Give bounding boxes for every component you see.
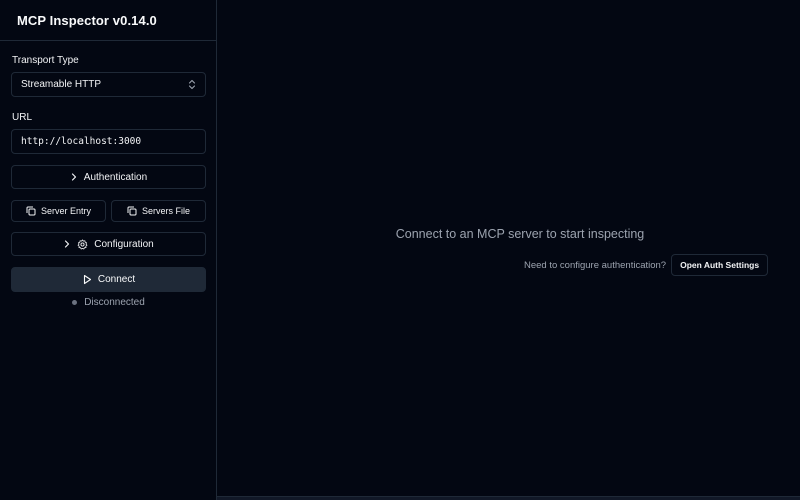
servers-file-label: Servers File <box>141 206 190 216</box>
app-title: MCP Inspector v0.14.0 <box>17 12 157 28</box>
chevron-right-icon <box>63 239 71 249</box>
authentication-label: Authentication <box>83 171 148 183</box>
configuration-label: Configuration <box>94 238 154 250</box>
open-auth-settings-button[interactable]: Open Auth Settings <box>671 254 769 276</box>
transport-type-value: Streamable HTTP <box>21 79 102 90</box>
servers-file-button[interactable]: Servers File <box>111 200 206 222</box>
empty-state-message: Connect to an MCP server to start inspec… <box>395 227 645 241</box>
gear-icon <box>77 239 88 250</box>
resize-handle[interactable] <box>217 496 800 500</box>
copy-icon <box>26 206 36 216</box>
copy-icon <box>127 206 137 216</box>
sidebar: MCP Inspector v0.14.0 Transport Type Str… <box>0 0 217 500</box>
main-panel: Connect to an MCP server to start inspec… <box>217 0 800 500</box>
chevron-right-icon <box>70 172 78 182</box>
transport-type-select[interactable]: Streamable HTTP <box>11 72 206 97</box>
authentication-toggle-button[interactable]: Authentication <box>11 165 206 189</box>
app-window: MCP Inspector v0.14.0 Transport Type Str… <box>0 0 800 500</box>
status-dot <box>72 300 78 305</box>
auth-hint-row: Need to configure authentication? Open A… <box>524 254 769 276</box>
connect-label: Connect <box>97 274 136 285</box>
configuration-toggle-button[interactable]: Configuration <box>11 232 206 256</box>
auth-hint-text: Need to configure authentication? <box>524 259 667 271</box>
chevrons-up-down-icon <box>188 79 196 91</box>
connect-button[interactable]: Connect <box>11 267 206 292</box>
sidebar-header: MCP Inspector v0.14.0 <box>0 0 216 41</box>
transport-type-label: Transport Type <box>12 55 79 66</box>
url-input-value: http://localhost:3000 <box>21 136 142 147</box>
status-text: Disconnected <box>84 297 145 308</box>
url-label: URL <box>12 112 33 123</box>
server-entry-label: Server Entry <box>40 206 91 216</box>
url-input[interactable]: http://localhost:3000 <box>11 129 206 154</box>
server-entry-button[interactable]: Server Entry <box>11 200 106 222</box>
connection-status: Disconnected <box>0 297 217 308</box>
play-icon <box>82 274 92 285</box>
